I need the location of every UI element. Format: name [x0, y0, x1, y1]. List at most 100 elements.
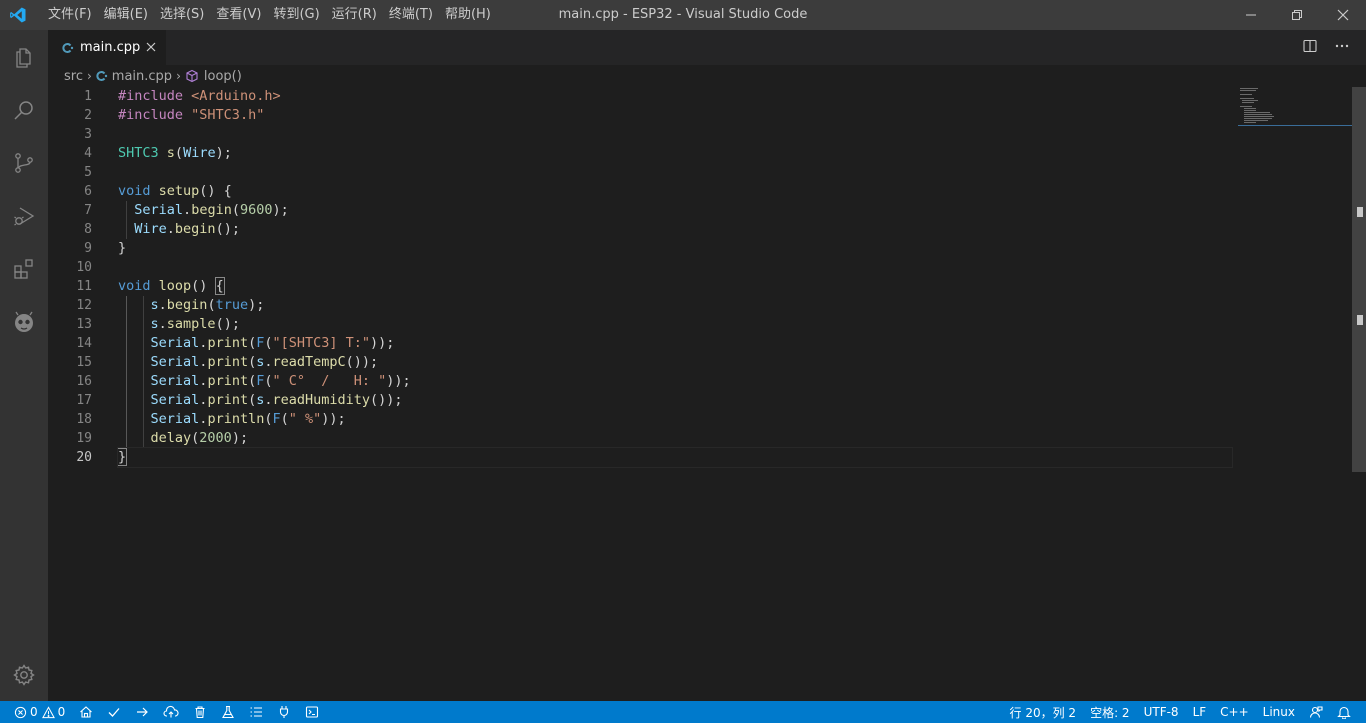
line-number: 18	[76, 412, 92, 427]
platformio-build-button[interactable]	[100, 701, 128, 723]
editor-actions	[1302, 30, 1350, 65]
title-bar: 文件(F) 编辑(E) 选择(S) 查看(V) 转到(G) 运行(R) 终端(T…	[0, 0, 1366, 30]
breadcrumb-symbol[interactable]: loop()	[185, 69, 242, 84]
code-line: Serial.begin(9600);	[118, 201, 1232, 220]
restore-button[interactable]	[1274, 0, 1320, 30]
trash-icon	[195, 706, 205, 719]
platformio-test-button[interactable]	[214, 701, 242, 723]
language-mode[interactable]: C++	[1213, 701, 1256, 723]
menu-go[interactable]: 转到(G)	[267, 0, 325, 30]
line-number: 13	[76, 317, 92, 332]
line-number: 14	[76, 336, 92, 351]
minimize-button[interactable]	[1228, 0, 1274, 30]
code-line: s.sample();	[118, 315, 1232, 334]
platformio-clean-button[interactable]	[186, 701, 214, 723]
end-of-line[interactable]: LF	[1186, 701, 1214, 723]
activity-bar	[0, 30, 48, 701]
home-icon	[80, 706, 93, 718]
source-control-icon[interactable]	[0, 136, 48, 189]
split-editor-icon[interactable]	[1302, 38, 1318, 58]
code-line: delay(2000);	[118, 429, 1232, 448]
flask-icon	[222, 705, 235, 719]
scrollbar-marker	[1357, 207, 1363, 217]
menu-help[interactable]: 帮助(H)	[439, 0, 497, 30]
code-line: #include "SHTC3.h"	[118, 107, 265, 123]
chevron-right-icon: ›	[86, 69, 92, 83]
breadcrumb-folder[interactable]: src	[64, 69, 83, 84]
more-actions-icon[interactable]	[1334, 38, 1350, 58]
code-line: Serial.print(s.readTempC());	[118, 353, 1232, 372]
code-line: #include <Arduino.h>	[118, 88, 281, 104]
code-line: s.begin(true);	[118, 296, 1232, 315]
status-bar: 0 0 行 20，列 2 空格: 2 UTF-8 LF C++ Linux	[0, 701, 1366, 723]
code-editor[interactable]: 1 2 3 4 5 6 7 8 9 10 11 12 13 14 15 16 1…	[48, 87, 1366, 701]
menu-run[interactable]: 运行(R)	[326, 0, 383, 30]
scrollbar-marker	[1357, 315, 1363, 325]
line-number: 17	[76, 393, 92, 408]
minimize-icon	[1246, 14, 1256, 16]
settings-gear-icon[interactable]	[0, 648, 48, 701]
menu-bar: 文件(F) 编辑(E) 选择(S) 查看(V) 转到(G) 运行(R) 终端(T…	[42, 0, 497, 30]
file-encoding[interactable]: UTF-8	[1137, 701, 1186, 723]
line-number: 8	[84, 222, 92, 237]
platformio-tasks-button[interactable]	[242, 701, 270, 723]
plug-icon	[280, 706, 289, 718]
warning-count: 0	[57, 705, 66, 719]
search-icon[interactable]	[0, 83, 48, 136]
line-number: 2	[84, 108, 92, 123]
terminal-icon	[306, 706, 319, 718]
menu-view[interactable]: 查看(V)	[210, 0, 267, 30]
error-icon	[14, 706, 27, 718]
platformio-home-button[interactable]	[72, 701, 100, 723]
tab-close-button[interactable]	[144, 40, 158, 54]
vertical-scrollbar[interactable]	[1352, 87, 1366, 472]
line-number: 6	[84, 184, 92, 199]
bell-icon	[1337, 706, 1351, 719]
platformio-icon[interactable]	[0, 295, 48, 348]
line-number: 10	[76, 260, 92, 275]
breadcrumb-file[interactable]: main.cpp	[96, 69, 172, 84]
line-number: 7	[84, 203, 92, 218]
menu-terminal[interactable]: 终端(T)	[383, 0, 439, 30]
line-number-gutter: 1 2 3 4 5 6 7 8 9 10 11 12 13 14 15 16 1…	[48, 87, 100, 467]
cpp-file-icon	[62, 42, 74, 54]
close-window-button[interactable]	[1320, 0, 1366, 30]
menu-selection[interactable]: 选择(S)	[154, 0, 210, 30]
platformio-terminal-button[interactable]	[298, 701, 326, 723]
line-number: 20	[76, 450, 92, 465]
line-number: 9	[84, 241, 92, 256]
cloud-upload-icon	[163, 705, 179, 718]
problems-indicator[interactable]: 0 0	[0, 701, 72, 723]
extensions-icon[interactable]	[0, 242, 48, 295]
platformio-upload-fs-button[interactable]	[156, 701, 186, 723]
line-number: 5	[84, 165, 92, 180]
line-number: 4	[84, 146, 92, 161]
code-line-current: }	[116, 447, 1233, 468]
menu-file[interactable]: 文件(F)	[42, 0, 98, 30]
arrow-right-icon	[137, 707, 149, 717]
menu-edit[interactable]: 编辑(E)	[98, 0, 154, 30]
code-area[interactable]: #include <Arduino.h> #include "SHTC3.h" …	[116, 87, 1233, 468]
run-debug-icon[interactable]	[0, 189, 48, 242]
check-icon	[108, 708, 120, 717]
warning-icon	[41, 705, 55, 718]
breadcrumb-symbol-label: loop()	[203, 68, 242, 84]
feedback-button[interactable]	[1302, 701, 1330, 723]
code-line: Serial.print(s.readHumidity());	[118, 391, 1232, 410]
platform-config[interactable]: Linux	[1256, 701, 1302, 723]
notifications-button[interactable]	[1330, 701, 1358, 723]
indentation[interactable]: 空格: 2	[1083, 701, 1137, 723]
code-line: Serial.print(F(" C° / H: "));	[118, 372, 1232, 391]
tab-main-cpp[interactable]: main.cpp	[48, 30, 166, 65]
platformio-upload-button[interactable]	[128, 701, 156, 723]
platformio-serial-monitor-button[interactable]	[270, 701, 298, 723]
minimap[interactable]	[1238, 87, 1358, 127]
feedback-icon	[1309, 706, 1323, 718]
vscode-logo-icon	[0, 0, 36, 30]
explorer-icon[interactable]	[0, 30, 48, 83]
cursor-position[interactable]: 行 20，列 2	[1003, 701, 1084, 723]
code-line: void loop() {	[118, 277, 225, 295]
